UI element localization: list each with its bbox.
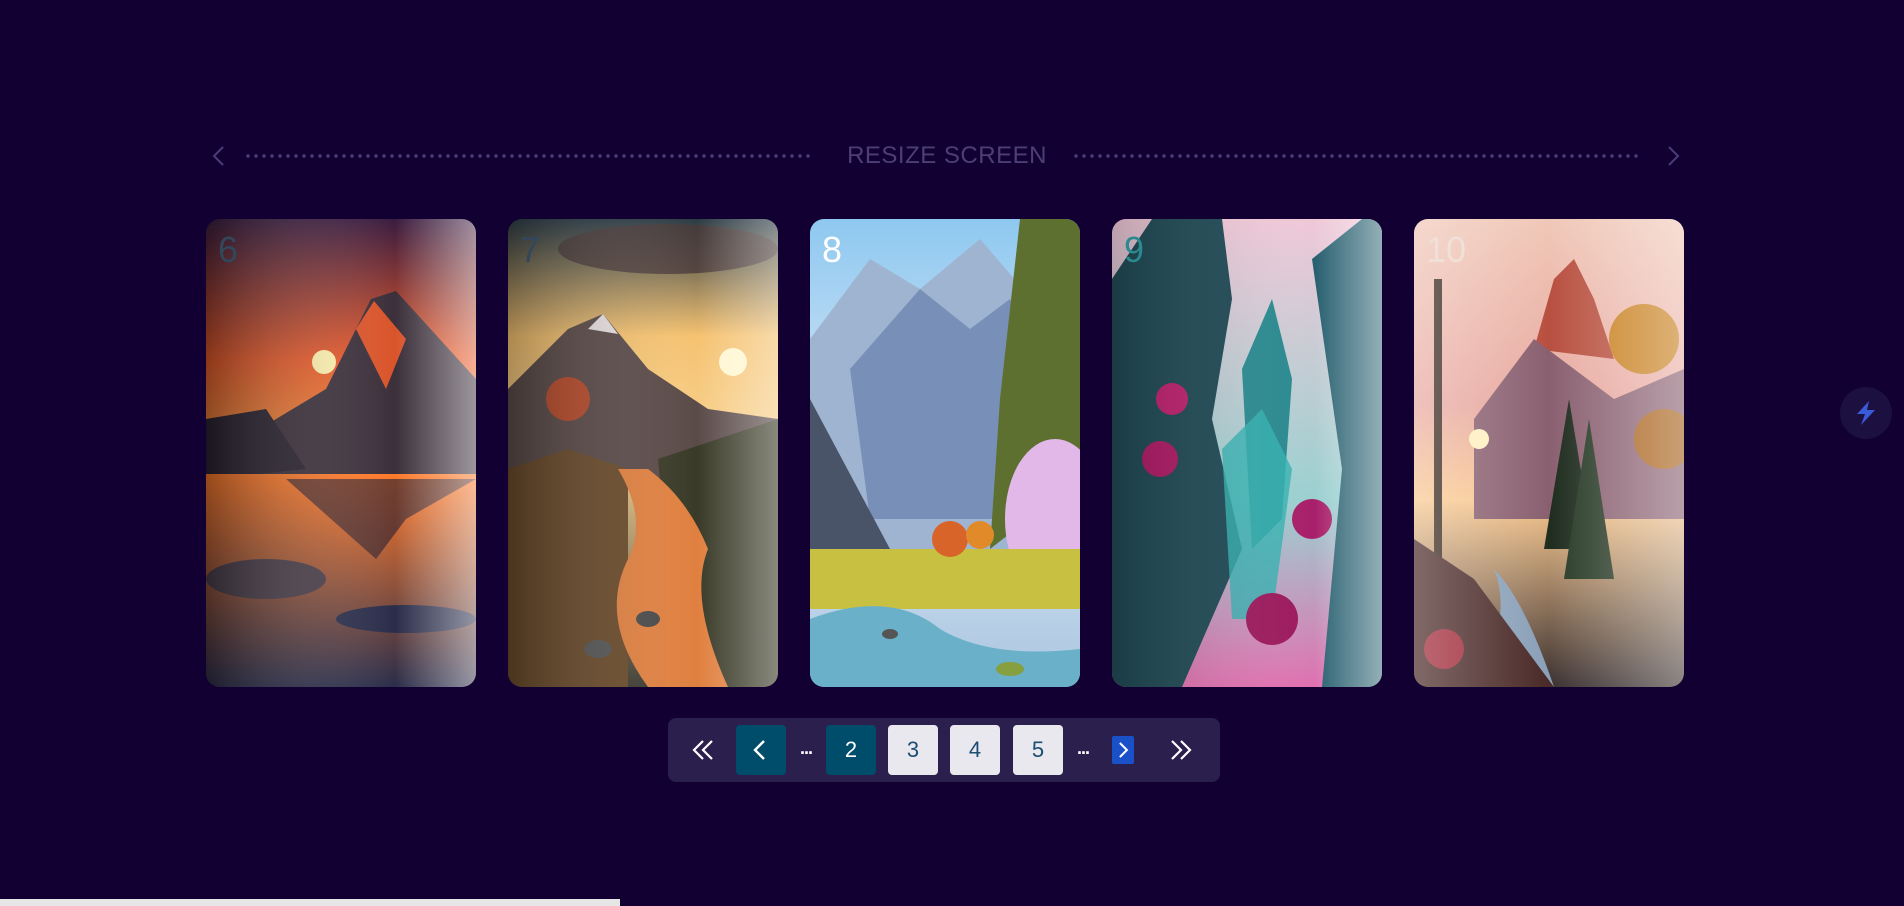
autumn-forest-image bbox=[1414, 219, 1684, 687]
double-chevron-right-icon bbox=[1171, 740, 1192, 760]
chevron-left-icon bbox=[753, 740, 765, 760]
card-number: 9 bbox=[1124, 229, 1145, 270]
next-page-button[interactable] bbox=[1098, 725, 1148, 775]
page-button-4[interactable]: 4 bbox=[950, 725, 1000, 775]
double-chevron-left-icon bbox=[692, 740, 713, 760]
chevron-right-icon bbox=[1119, 742, 1129, 758]
chevron-right-icon bbox=[1668, 146, 1680, 166]
next-page-highlight bbox=[1112, 736, 1134, 764]
prev-page-button[interactable] bbox=[736, 725, 786, 775]
pagination-ellipsis: ... bbox=[799, 738, 813, 758]
card-number: 10 bbox=[1426, 229, 1467, 270]
sunset-mountain-image bbox=[206, 219, 476, 687]
first-page-button[interactable] bbox=[678, 725, 728, 775]
card-8[interactable]: 8 bbox=[810, 219, 1080, 687]
page-button-5[interactable]: 5 bbox=[1013, 725, 1063, 775]
teal-canyon-image bbox=[1112, 219, 1382, 687]
lightning-logo-icon bbox=[1857, 401, 1875, 425]
mountain-river-image bbox=[508, 219, 778, 687]
page-button-2[interactable]: 2 bbox=[826, 725, 876, 775]
card-9[interactable]: 9 bbox=[1112, 219, 1382, 687]
pagination-bar: ... 2 3 4 5 ... bbox=[668, 718, 1220, 782]
card-number: 8 bbox=[822, 229, 843, 270]
card-number: 6 bbox=[218, 229, 239, 270]
status-strip bbox=[0, 899, 620, 906]
header-next-button[interactable] bbox=[1660, 144, 1684, 168]
carousel-header: RESIZE SCREEN bbox=[204, 136, 1690, 176]
card-7[interactable]: 7 bbox=[508, 219, 778, 687]
side-widget-button[interactable] bbox=[1840, 387, 1892, 439]
snowy-peaks-image bbox=[810, 219, 1080, 687]
page-button-3[interactable]: 3 bbox=[888, 725, 938, 775]
last-page-button[interactable] bbox=[1156, 725, 1206, 775]
card-6[interactable]: 6 bbox=[206, 219, 476, 687]
pagination-ellipsis: ... bbox=[1076, 738, 1090, 758]
card-10[interactable]: 10 bbox=[1414, 219, 1684, 687]
header-divider-right bbox=[1072, 154, 1642, 158]
card-number: 7 bbox=[520, 229, 541, 270]
